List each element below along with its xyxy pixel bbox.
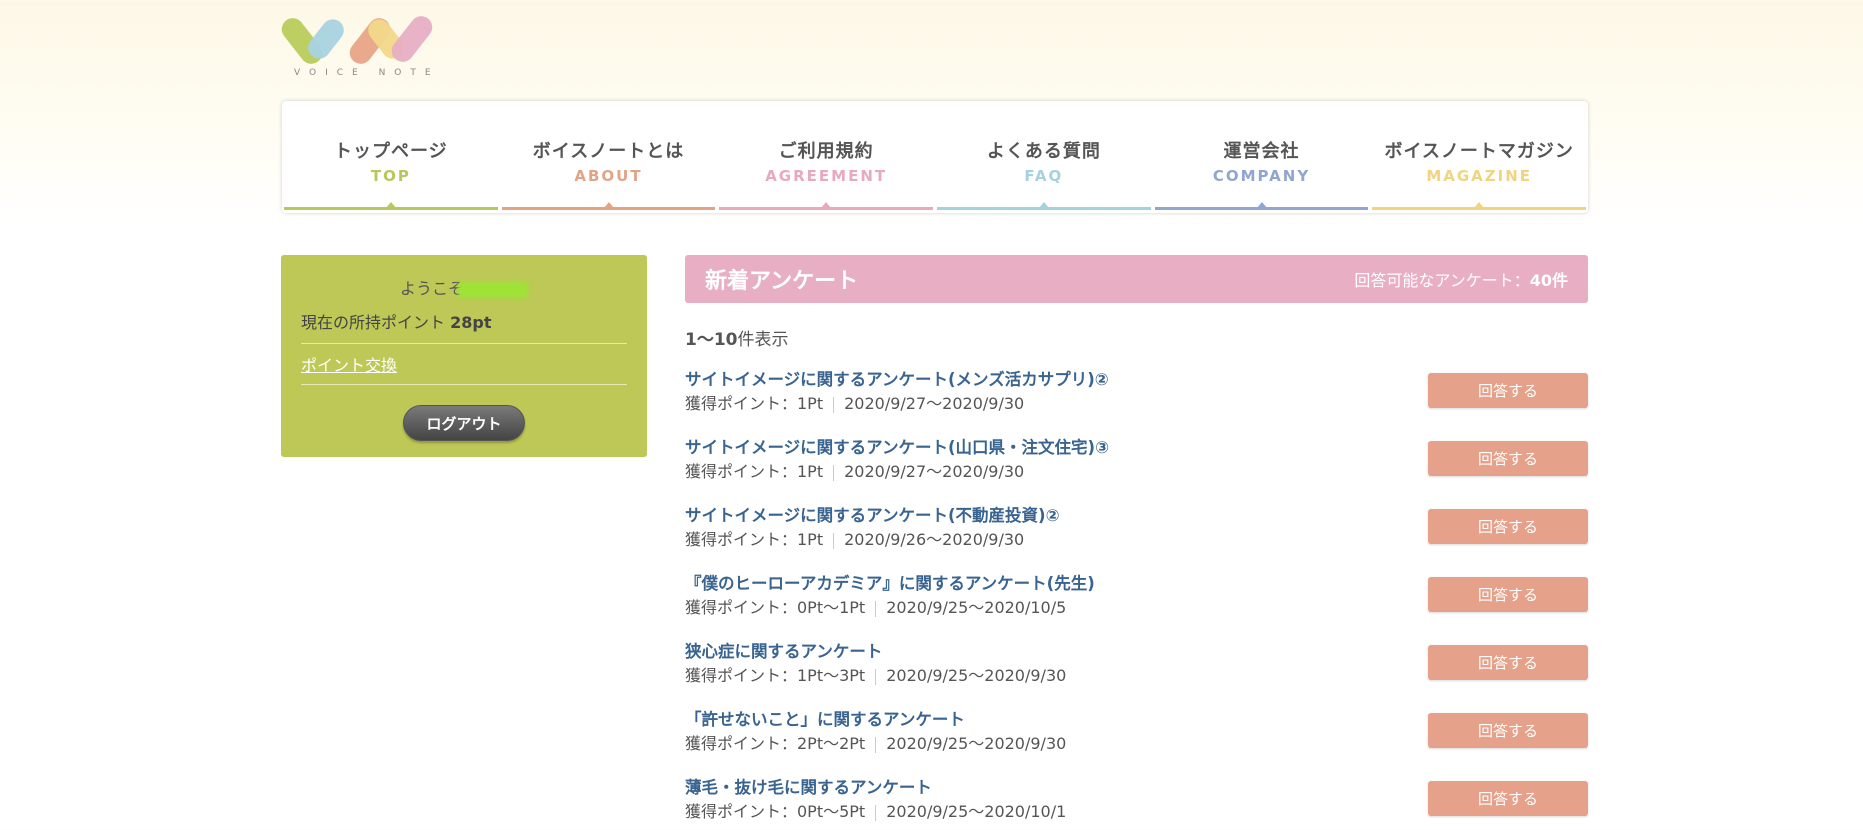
answer-button[interactable]: 回答する (1428, 373, 1588, 408)
answer-button[interactable]: 回答する (1428, 441, 1588, 476)
survey-row: 「許せないこと」に関するアンケート 獲得ポイント：2Pt〜2Pt 2020/9/25… (685, 709, 1588, 777)
nav-indicator-icon (1038, 202, 1049, 208)
new-surveys-section: 新着アンケート 回答可能なアンケート：40件 1〜10件表示 サイトイメージに関… (685, 255, 1588, 830)
section-title: 新着アンケート (705, 269, 859, 294)
survey-points: 獲得ポイント：1Pt〜3Pt (685, 666, 866, 685)
point-exchange-link[interactable]: ポイント交換 (301, 344, 627, 385)
survey-row: 薄毛・抜け毛に関するアンケート 獲得ポイント：0Pt〜5Pt 2020/9/25〜2… (685, 777, 1588, 830)
nav-item-company[interactable]: 運営会社 COMPANY (1153, 101, 1371, 213)
member-panel: ようこそ 現在の所持ポイント 28pt ポイント交換 ログアウト (281, 255, 647, 457)
meta-divider (875, 600, 877, 617)
nav-label: 運営会社 (1223, 141, 1300, 162)
meta-divider (833, 396, 835, 413)
points-label: 現在の所持ポイント (301, 313, 446, 332)
logo-text: VOICE NOTE (294, 68, 440, 78)
survey-row: サイトイメージに関するアンケート(メンズ活カサプリ)② 獲得ポイント：1Pt 202… (685, 369, 1588, 437)
available-label: 回答可能なアンケート： (1354, 271, 1530, 290)
nav-sublabel: TOP (370, 167, 411, 185)
nav-item-top[interactable]: トップページ TOP (282, 101, 500, 213)
username-redacted (458, 281, 528, 298)
survey-period: 2020/9/27〜2020/9/30 (844, 462, 1025, 481)
survey-points: 獲得ポイント：1Pt (685, 394, 824, 413)
nav-indicator-icon (385, 202, 396, 208)
survey-period: 2020/9/26〜2020/9/30 (844, 530, 1025, 549)
voice-note-logo[interactable]: VOICE NOTE (280, 16, 450, 82)
available-count-value: 40件 (1529, 271, 1568, 290)
survey-row: 狭心症に関するアンケート 獲得ポイント：1Pt〜3Pt 2020/9/25〜2020… (685, 641, 1588, 709)
range-suffix: 件表示 (737, 330, 789, 350)
nav-label: ボイスノートとは (532, 141, 685, 162)
nav-label: ボイスノートマガジン (1384, 141, 1574, 162)
answer-button[interactable]: 回答する (1428, 509, 1588, 544)
nav-sublabel: AGREEMENT (765, 167, 888, 185)
nav-sublabel: COMPANY (1212, 167, 1311, 185)
nav-item-magazine[interactable]: ボイスノートマガジン MAGAZINE (1370, 101, 1588, 213)
nav-indicator-icon (821, 202, 832, 208)
survey-period: 2020/9/25〜2020/9/30 (886, 734, 1067, 753)
nav-label: トップページ (334, 141, 448, 162)
survey-points: 獲得ポイント：1Pt (685, 530, 824, 549)
nav-indicator-icon (1474, 202, 1485, 208)
section-header: 新着アンケート 回答可能なアンケート：40件 (685, 255, 1588, 303)
welcome-message: ようこそ (301, 275, 627, 298)
nav-item-faq[interactable]: よくある質問 FAQ (935, 101, 1153, 213)
range-value: 1〜10 (685, 330, 738, 350)
nav-label: ご利用規約 (778, 141, 874, 162)
answer-button[interactable]: 回答する (1428, 713, 1588, 748)
survey-period: 2020/9/25〜2020/10/5 (886, 598, 1067, 617)
survey-row: サイトイメージに関するアンケート(山口県・注文住宅)③ 獲得ポイント：1Pt 202… (685, 437, 1588, 505)
survey-points: 獲得ポイント：1Pt (685, 462, 824, 481)
meta-divider (875, 804, 877, 821)
survey-period: 2020/9/25〜2020/9/30 (886, 666, 1067, 685)
survey-period: 2020/9/25〜2020/10/1 (886, 802, 1067, 821)
survey-list: サイトイメージに関するアンケート(メンズ活カサプリ)② 獲得ポイント：1Pt 202… (685, 369, 1588, 830)
survey-points: 獲得ポイント：0Pt〜5Pt (685, 802, 866, 821)
logo-mark-icon (281, 16, 433, 64)
welcome-label: ようこそ (399, 279, 464, 298)
survey-points: 獲得ポイント：0Pt〜1Pt (685, 598, 866, 617)
logout-button[interactable]: ログアウト (403, 405, 525, 441)
points-value: 28pt (450, 313, 492, 332)
nav-item-about[interactable]: ボイスノートとは ABOUT (500, 101, 718, 213)
meta-divider (875, 668, 877, 685)
answer-button[interactable]: 回答する (1428, 577, 1588, 612)
available-surveys-count: 回答可能なアンケート：40件 (1354, 267, 1568, 291)
meta-divider (833, 532, 835, 549)
nav-sublabel: MAGAZINE (1426, 167, 1533, 185)
survey-points: 獲得ポイント：2Pt〜2Pt (685, 734, 866, 753)
nav-indicator-icon (1256, 202, 1267, 208)
answer-button[interactable]: 回答する (1428, 645, 1588, 680)
meta-divider (875, 736, 877, 753)
survey-period: 2020/9/27〜2020/9/30 (844, 394, 1025, 413)
answer-button[interactable]: 回答する (1428, 781, 1588, 816)
points-balance: 現在の所持ポイント 28pt (301, 309, 627, 344)
nav-indicator-icon (603, 202, 614, 208)
result-range: 1〜10件表示 (685, 325, 1588, 350)
survey-row: 『僕のヒーローアカデミア』に関するアンケート(先生) 獲得ポイント：0Pt〜1Pt… (685, 573, 1588, 641)
nav-sublabel: FAQ (1024, 167, 1064, 185)
nav-item-agreement[interactable]: ご利用規約 AGREEMENT (717, 101, 935, 213)
nav-label: よくある質問 (986, 141, 1101, 162)
survey-row: サイトイメージに関するアンケート(不動産投資)② 獲得ポイント：1Pt 2020/9… (685, 505, 1588, 573)
global-nav: トップページ TOP ボイスノートとは ABOUT ご利用規約 AGREEMENT よくある… (282, 101, 1588, 213)
meta-divider (833, 464, 835, 481)
nav-sublabel: ABOUT (574, 167, 643, 185)
